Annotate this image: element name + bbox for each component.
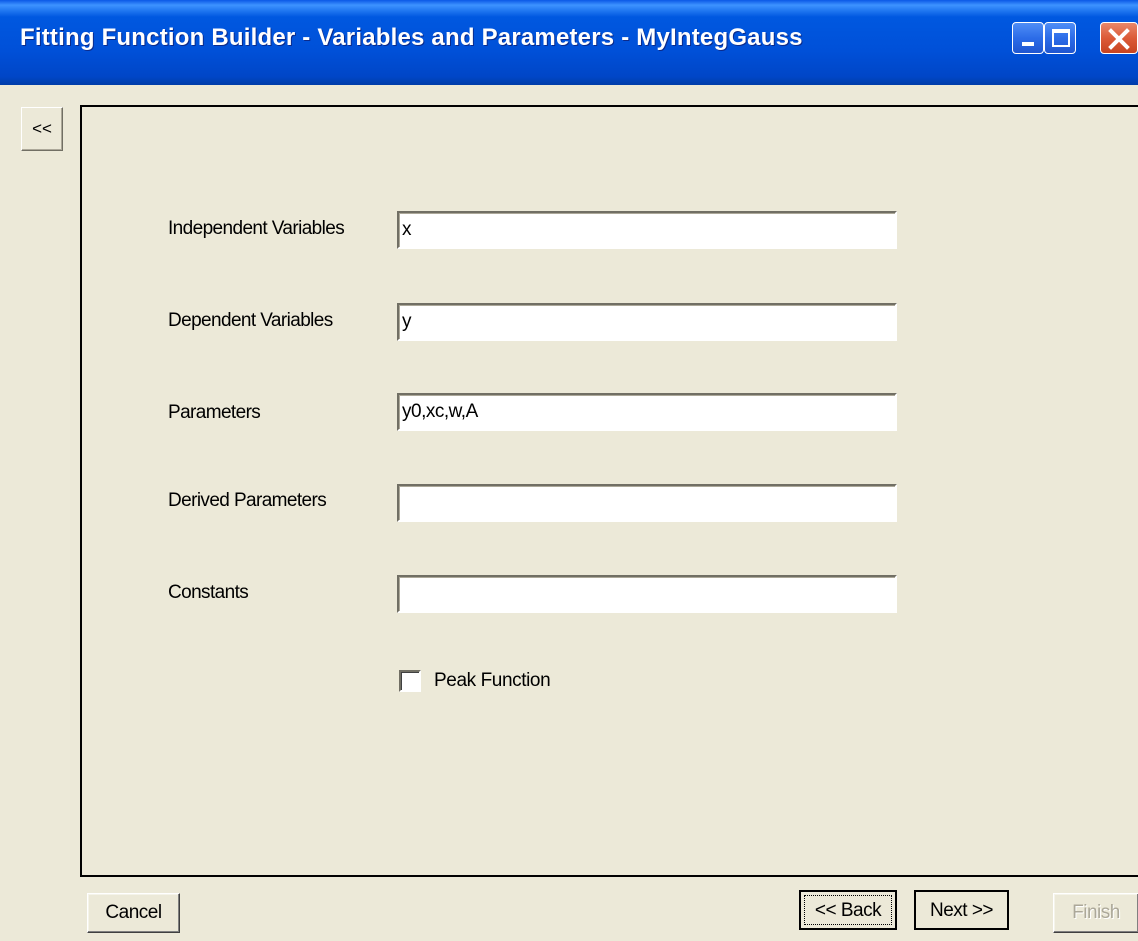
back-button[interactable]: << Back [799,890,897,930]
constants-label: Constants [168,582,249,603]
close-icon [1108,28,1130,50]
dependent-variables-input[interactable] [397,303,897,341]
maximize-icon [1052,29,1070,47]
next-button[interactable]: Next >> [914,890,1009,930]
independent-variables-label: Independent Variables [168,218,345,239]
derived-parameters-label: Derived Parameters [168,490,327,511]
title-bar[interactable]: Fitting Function Builder - Variables and… [0,0,1138,85]
focus-ring [804,895,892,925]
finish-button: Finish [1053,893,1138,933]
peak-function-label[interactable]: Peak Function [434,670,551,692]
dependent-variables-label: Dependent Variables [168,310,333,331]
peak-function-checkbox[interactable] [399,670,421,692]
constants-input[interactable] [397,575,897,613]
parameters-label: Parameters [168,402,261,423]
close-button[interactable] [1100,22,1138,54]
collapse-panel-button[interactable]: << [21,107,63,151]
minimize-button[interactable] [1012,22,1044,54]
parameters-input[interactable] [397,393,897,431]
minimize-icon [1022,42,1034,46]
window-title: Fitting Function Builder - Variables and… [20,24,803,51]
maximize-button[interactable] [1044,22,1076,54]
independent-variables-input[interactable] [397,211,897,249]
dialog-window: Fitting Function Builder - Variables and… [0,0,1138,941]
cancel-button[interactable]: Cancel [87,893,180,933]
derived-parameters-input[interactable] [397,484,897,522]
